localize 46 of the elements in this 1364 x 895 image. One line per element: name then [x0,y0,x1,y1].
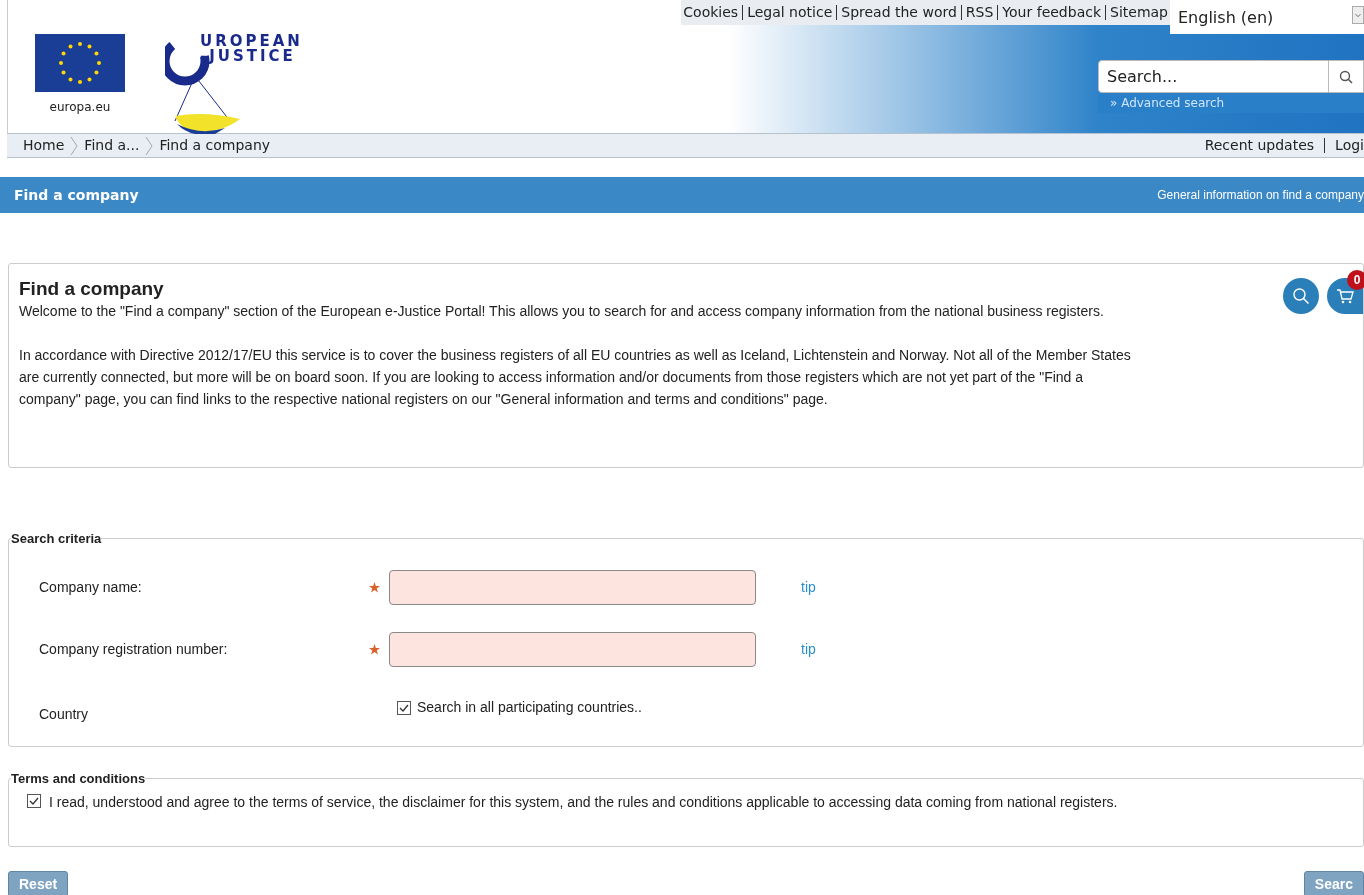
title-bar-heading: Find a company [14,185,139,205]
general-info-link[interactable]: General information on find a company [1157,186,1364,204]
terms-text: I read, understood and agree to the terms of service, the disclaimer for this system, and the rules and conditions applicable to accessing data coming from national registers. [49,792,1119,812]
text-field[interactable] [389,632,756,667]
cart-count-badge: 0 [1347,270,1364,290]
search-button[interactable] [1329,60,1364,93]
user-link[interactable]: Recent updates [1204,135,1315,156]
intro-heading: Find a company [19,278,164,300]
field-label: Company name: [39,578,143,597]
checkbox-label: Search in all participating countries.. [417,698,642,717]
intro-paragraph: Welcome to the "Find a company" section of the European e-Justice Portal! This allows you to search for and access company information from the national business registers. [19,302,1105,321]
user-link[interactable]: Logi [1335,135,1364,156]
top-link[interactable]: Sitemap [1110,2,1168,23]
search-criteria-legend: Search criteria [11,529,102,549]
cart-icon [1336,287,1354,305]
flag-icon [35,34,125,92]
text-field[interactable] [389,570,756,605]
tip-link[interactable]: tip [801,639,816,660]
search-icon [1339,69,1353,84]
europa-link[interactable]: europa.eu [49,98,111,116]
chevron-icon [145,135,154,156]
tip-link[interactable]: tip [801,577,816,598]
top-link[interactable]: Legal notice [747,2,833,23]
checkmark-icon [29,795,39,806]
field-label: Country [39,705,90,724]
top-link[interactable]: Your feedback [1002,2,1101,23]
language-select[interactable]: English (en) [1170,0,1364,34]
checkbox[interactable] [397,700,411,715]
top-link[interactable]: Spread the word [841,2,957,23]
search-field[interactable]: Search... [1098,60,1329,93]
checkmark-icon [399,702,409,713]
field-label: Company registration number: [39,640,229,659]
top-link[interactable]: Cookies [683,2,739,23]
breadcrumb-link[interactable]: Find a company [159,135,271,156]
search-button[interactable] [1283,278,1319,314]
breadcrumb-link[interactable]: Home [23,135,65,156]
top-link[interactable]: RSS [965,2,994,23]
checkbox[interactable] [27,793,41,808]
logo-text: -JUSTICE [200,49,297,64]
breadcrumb-link[interactable]: Find a... [84,135,140,156]
search-icon [1292,287,1310,305]
caret-icon [1352,6,1364,24]
intro-paragraph: In accordance with Directive 2012/17/EU this service is to cover the business registers of all EU countries as well as Iceland, Lichtenstein and Norway. Not all of the Member States are currently connected, but more will be on board soon. If you are looking to access information and/or documents from those registers which are not yet part of the "Find a company" page, you can find links to the respective national registers on our "General information and terms and conditions" page. [19,346,1132,409]
terms-legend: Terms and conditions [11,769,146,789]
chevron-icon [70,135,79,156]
logo-text: UROPEAN [200,34,303,49]
